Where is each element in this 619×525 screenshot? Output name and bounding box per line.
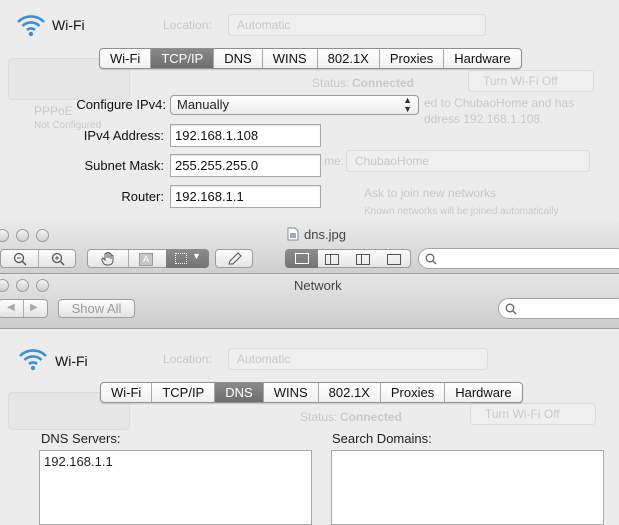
ghost-status-detail-1: ed to ChubaoHome and has	[424, 96, 575, 110]
ghost-location-popup: Automatic	[228, 14, 486, 36]
network-window-title: Network	[294, 278, 342, 293]
tab-proxies-2[interactable]: Proxies	[381, 383, 446, 402]
pencil-icon	[228, 252, 242, 265]
tab-wifi-2[interactable]: Wi-Fi	[101, 383, 153, 402]
tab-wins[interactable]: WINS	[263, 49, 318, 68]
tab-proxies[interactable]: Proxies	[380, 49, 445, 68]
zoom-button[interactable]	[36, 229, 49, 242]
updown-arrows-icon: ▲ ▼	[403, 95, 412, 114]
tab-8021x[interactable]: 802.1X	[318, 49, 380, 68]
back-arrow-icon[interactable]: ◀	[7, 302, 15, 313]
tab-hardware-2[interactable]: Hardware	[445, 383, 521, 402]
text-select-icon[interactable]: A	[139, 253, 153, 266]
zoom-out-icon[interactable]	[13, 252, 27, 266]
panel-title: Wi-Fi	[52, 17, 85, 33]
ghost-pppoe: PPPoE	[34, 104, 73, 118]
tab-tcpip-2[interactable]: TCP/IP	[152, 383, 216, 402]
ipv4-address-field[interactable]: 192.168.1.108	[170, 124, 321, 147]
hand-icon[interactable]	[100, 252, 116, 266]
show-all-button[interactable]: Show All	[58, 299, 135, 318]
network-search-icon	[505, 303, 517, 315]
tab-dns-2[interactable]: DNS	[215, 383, 264, 402]
thumbnail-view-icon[interactable]	[356, 254, 370, 265]
tab-wins-2[interactable]: WINS	[264, 383, 319, 402]
zoom-in-icon[interactable]	[51, 252, 65, 266]
ipv4-address-label: IPv4 Address:	[83, 128, 164, 143]
wifi-icon-2	[19, 349, 47, 371]
preview-toolbar: dns.jpg A ▼	[0, 223, 619, 274]
router-field[interactable]: 192.168.1.1	[170, 185, 321, 208]
ghost-known: Known networks will be joined automatica…	[364, 206, 559, 217]
network-zoom-button[interactable]	[36, 279, 49, 292]
search-icon	[425, 253, 437, 265]
contact-sheet-icon[interactable]	[387, 254, 401, 265]
ghost-location-popup-2: Automatic	[228, 348, 488, 370]
list-item[interactable]: 192.168.1.1	[40, 451, 311, 472]
ghost-turn-off: Turn Wi-Fi Off	[468, 70, 594, 92]
subnet-mask-field[interactable]: 255.255.255.0	[170, 154, 321, 177]
network-minimize-button[interactable]	[16, 279, 29, 292]
rect-select-tool[interactable]: ▼	[166, 249, 209, 268]
wifi-icon	[17, 15, 45, 37]
ghost-network-label: me:	[324, 154, 345, 168]
zoom-controls	[0, 249, 76, 268]
close-button[interactable]	[0, 229, 9, 242]
ghost-location-label-2: Location:	[163, 352, 212, 366]
ghost-status-value: Connected	[352, 76, 415, 90]
ghost-ask-join: Ask to join new networks	[364, 186, 497, 200]
search-domains-list[interactable]	[331, 450, 604, 525]
preview-window-title: dns.jpg	[304, 227, 346, 242]
dns-servers-label: DNS Servers:	[41, 431, 121, 446]
network-search-field[interactable]	[498, 298, 619, 319]
ghost-turn-off-2: Turn Wi-Fi Off	[470, 403, 596, 425]
panel-title-2: Wi-Fi	[55, 353, 88, 369]
ghost-location-label: Location:	[163, 18, 212, 32]
tool-controls: A ▼	[87, 249, 209, 268]
network-toolbar: Network ◀ ▶ Show All	[0, 274, 619, 329]
subnet-mask-label: Subnet Mask:	[84, 158, 165, 173]
configure-ipv4-value: Manually	[177, 97, 230, 112]
single-page-icon	[295, 253, 309, 264]
ghost-status-detail-2: ddress 192.168.1.108.	[424, 112, 544, 126]
minimize-button[interactable]	[16, 229, 29, 242]
network-close-button[interactable]	[0, 279, 9, 292]
configure-ipv4-popup[interactable]: Manually ▲ ▼	[170, 95, 419, 115]
tab-dns[interactable]: DNS	[214, 49, 263, 68]
ghost-status-label-2: Status:	[300, 410, 338, 424]
router-label: Router:	[121, 189, 164, 204]
tab-hardware[interactable]: Hardware	[444, 49, 520, 68]
configure-ipv4-label: Configure IPv4:	[76, 97, 166, 112]
annotate-button[interactable]	[215, 249, 253, 268]
tab-bar-2: Wi-Fi TCP/IP DNS WINS 802.1X Proxies Har…	[100, 382, 523, 403]
view-controls	[285, 249, 411, 268]
tab-wifi[interactable]: Wi-Fi	[100, 49, 152, 68]
tab-8021x-2[interactable]: 802.1X	[319, 383, 381, 402]
nav-buttons: ◀ ▶	[0, 299, 48, 318]
sidebar-view-icon[interactable]	[325, 254, 339, 265]
ghost-location-value: Automatic	[237, 18, 291, 32]
tab-tcpip[interactable]: TCP/IP	[151, 49, 215, 68]
dns-servers-list[interactable]: 192.168.1.1	[39, 450, 312, 525]
chevron-down-icon: ▼	[192, 251, 201, 261]
selection-icon	[175, 253, 187, 264]
tab-bar: Wi-Fi TCP/IP DNS WINS 802.1X Proxies Har…	[99, 48, 522, 69]
forward-arrow-icon[interactable]: ▶	[30, 302, 38, 313]
ghost-network-popup: ChubaoHome	[346, 150, 590, 172]
preview-search-field[interactable]	[418, 248, 619, 269]
search-domains-label: Search Domains:	[332, 431, 432, 446]
ghost-status-label: Status:	[312, 76, 350, 90]
document-icon	[287, 227, 299, 241]
ghost-status-value-2: Connected	[340, 410, 403, 424]
view-single-button[interactable]	[285, 249, 318, 268]
